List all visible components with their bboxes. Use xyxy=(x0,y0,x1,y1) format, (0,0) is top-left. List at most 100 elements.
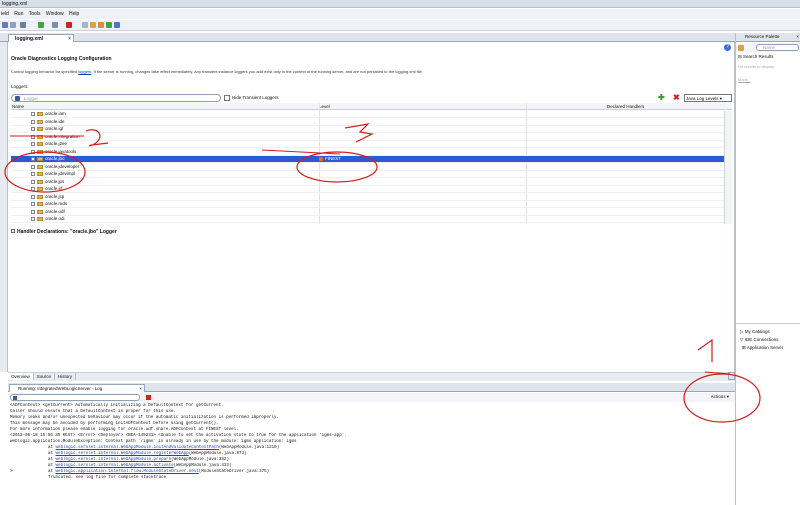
expand-icon[interactable] xyxy=(31,149,35,154)
table-row[interactable]: oracle.jrf xyxy=(11,186,724,193)
expand-icon[interactable] xyxy=(31,194,35,199)
resource-palette-label: Resource Palette xyxy=(745,34,780,39)
logger-name: oracle.jdeveloper xyxy=(45,163,80,169)
expand-icon[interactable] xyxy=(11,229,15,233)
menu-item-run[interactable]: Run xyxy=(14,11,23,17)
tab-history[interactable]: History xyxy=(55,373,77,380)
my-catalogs-item[interactable]: ▷ My Catalogs xyxy=(740,329,770,335)
stack-link[interactable]: weblogic.servlet.internal.WebAppModule.i… xyxy=(56,446,219,450)
menu-item-field[interactable]: ield xyxy=(1,11,9,17)
hide-transient-checkbox[interactable] xyxy=(224,95,230,101)
column-name[interactable]: Name xyxy=(12,104,24,109)
folder-icon[interactable] xyxy=(90,22,96,28)
profile-icon[interactable] xyxy=(98,22,104,28)
deploy-icon[interactable] xyxy=(106,22,112,28)
menu-item-tools[interactable]: Tools xyxy=(29,11,41,17)
stack-link[interactable]: weblogic.servlet.internal.WebAppModule.a… xyxy=(56,464,174,468)
expand-icon[interactable] xyxy=(31,134,35,139)
expand-icon[interactable] xyxy=(31,172,35,176)
folder-icon xyxy=(37,209,43,214)
terminate-icon[interactable] xyxy=(146,395,151,400)
tab-source[interactable]: Source xyxy=(34,373,56,380)
scroll-right-button[interactable] xyxy=(728,372,735,380)
table-row[interactable]: oracle.ide xyxy=(11,119,724,126)
logger-name: oracle.odi xyxy=(45,216,65,221)
expand-icon[interactable] xyxy=(31,112,35,116)
delete-logger-icon[interactable]: ✖ xyxy=(673,94,680,102)
table-row[interactable]: oracle.igf xyxy=(11,126,724,133)
add-logger-icon[interactable]: ✚ xyxy=(658,94,665,102)
build-icon[interactable] xyxy=(82,22,88,28)
close-icon[interactable]: × xyxy=(139,386,142,391)
expand-icon[interactable] xyxy=(31,187,35,191)
stack-link[interactable]: weblogic.servlet.internal.WebAppModule.p… xyxy=(56,458,172,462)
stack-suffix: (ModuleStateDriver.java:375) xyxy=(198,470,270,474)
table-row[interactable]: oracle.jdevimpl xyxy=(11,171,724,178)
table-row[interactable]: oracle.integration xyxy=(11,134,724,141)
help-toolbar-icon[interactable] xyxy=(114,22,120,28)
table-row[interactable]: oracle.mds xyxy=(11,201,724,208)
more-link[interactable]: More... xyxy=(738,77,750,82)
menu-item-help[interactable]: Help xyxy=(69,11,79,17)
loggers-link[interactable]: loggers xyxy=(78,69,91,74)
table-row[interactable]: oracle.jps xyxy=(11,179,724,186)
application-server-item[interactable]: ⊞ Application Server xyxy=(742,345,783,351)
expand-icon[interactable] xyxy=(31,209,35,214)
open-icon[interactable] xyxy=(10,22,16,28)
expand-icon[interactable] xyxy=(31,217,35,221)
resource-search-input[interactable]: Name xyxy=(756,44,799,51)
column-handlers[interactable]: Declared Handlers xyxy=(607,104,644,109)
help-icon[interactable]: ? xyxy=(724,44,731,51)
log-search-input[interactable] xyxy=(10,394,140,401)
logging-config-editor: ? Oracle Diagnostics Logging Configurati… xyxy=(8,42,735,372)
actions-menu-button[interactable]: Actions ▾ xyxy=(711,394,729,400)
tab-resource-palette[interactable]: Resource Palette × xyxy=(736,33,800,42)
search-results-header[interactable]: ⊟ Search Results xyxy=(738,54,774,60)
log-output[interactable]: <ADFContext> <getCurrent> Automatically … xyxy=(8,403,728,505)
expand-icon[interactable] xyxy=(31,157,35,161)
table-row[interactable]: oracle.odf xyxy=(11,209,724,216)
table-scrollbar[interactable] xyxy=(724,111,732,224)
expand-icon[interactable] xyxy=(31,179,35,184)
table-row[interactable]: oracle.jbo FINEST xyxy=(11,156,724,163)
expand-icon[interactable] xyxy=(31,142,35,146)
application-server-label: Application Server xyxy=(746,345,784,350)
folder-icon xyxy=(37,149,43,154)
tab-logging-xml[interactable]: logging.xml × xyxy=(8,34,74,42)
logger-filter-input[interactable]: Logger xyxy=(11,94,221,102)
logger-name: oracle.jrf xyxy=(45,186,63,191)
stop-icon[interactable] xyxy=(66,22,72,28)
ide-connections-item[interactable]: ▽ IDE Connections xyxy=(740,337,779,343)
search-icon xyxy=(13,396,17,400)
expand-icon[interactable] xyxy=(31,164,35,169)
stack-prefix: at xyxy=(48,470,56,474)
search-icon xyxy=(15,96,20,101)
table-row[interactable]: oracle.j2ee xyxy=(11,141,724,148)
table-row[interactable]: oracle.iam xyxy=(11,111,724,118)
table-row[interactable]: oracle.jdeveloper xyxy=(11,164,724,171)
stack-link[interactable]: weblogic.servlet.internal.WebAppModule.r… xyxy=(56,452,189,456)
close-icon[interactable]: × xyxy=(796,34,799,39)
table-row[interactable]: oracle.jsp xyxy=(11,194,724,201)
column-level[interactable]: Level xyxy=(319,104,330,109)
run-icon[interactable] xyxy=(38,22,44,28)
table-row[interactable]: oracle.odi xyxy=(11,216,724,223)
debug-icon[interactable] xyxy=(52,22,58,28)
expand-icon[interactable] xyxy=(31,127,35,131)
table-row[interactable]: oracle.javatools xyxy=(11,149,724,156)
undo-icon[interactable] xyxy=(20,22,26,28)
log-level-type-select[interactable]: Java Log Levels ▾ xyxy=(684,94,732,102)
folder-icon xyxy=(37,194,43,199)
expand-icon[interactable] xyxy=(31,119,35,124)
tab-overview[interactable]: Overview xyxy=(8,373,34,380)
handler-declarations-section[interactable]: Handler Declarations: "oracle.jbo" Logge… xyxy=(11,229,117,235)
stack-link[interactable]: weblogic.application.internal.flow.Modul… xyxy=(56,470,199,474)
save-all-icon[interactable] xyxy=(2,22,8,28)
menu-item-window[interactable]: Window xyxy=(46,11,64,17)
ide-connections-label: IDE Connections xyxy=(744,337,779,342)
tab-server-log[interactable]: Running: IntegratedWebLogicServer - Log … xyxy=(9,384,145,392)
expand-icon[interactable] xyxy=(31,202,35,206)
logger-level[interactable]: FINEST xyxy=(325,156,341,161)
new-connection-icon[interactable] xyxy=(738,45,744,51)
logger-name: oracle.jbo xyxy=(45,156,65,161)
